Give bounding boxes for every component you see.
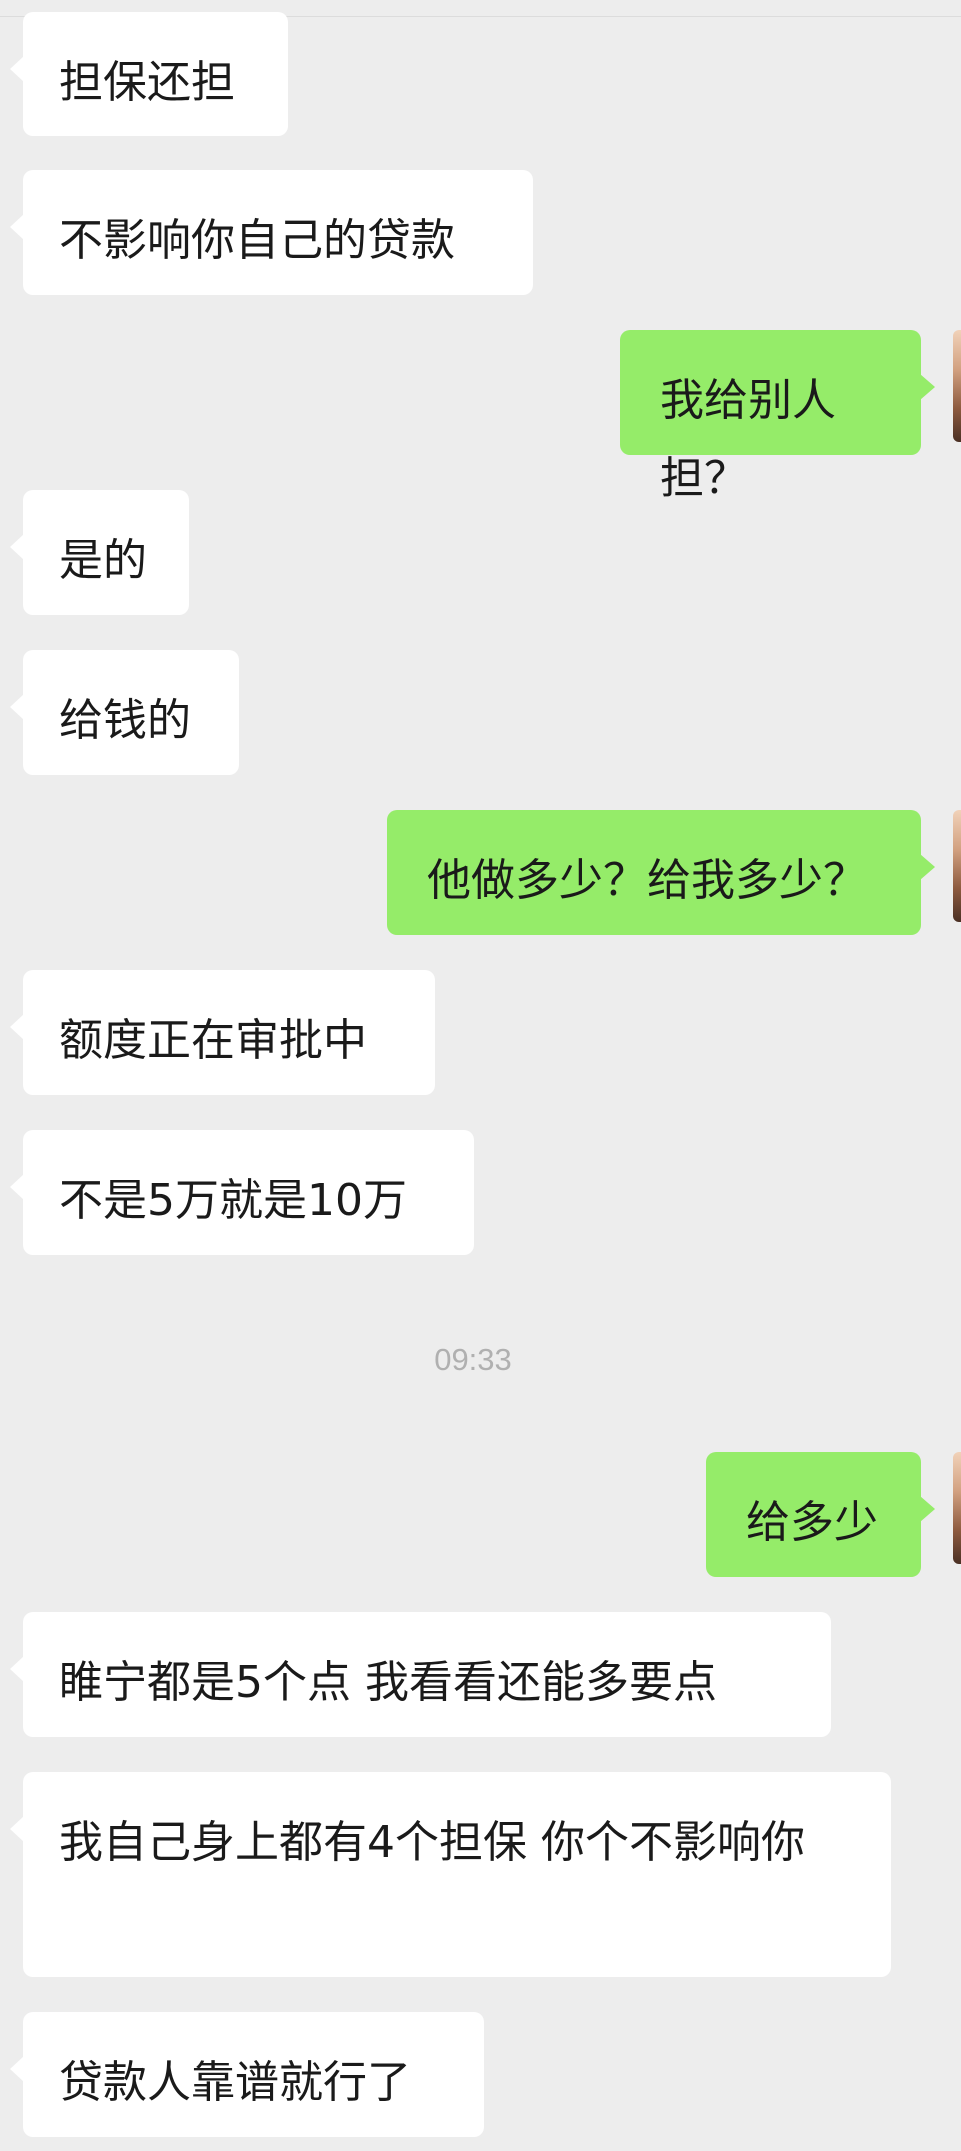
outgoing-message-bubble[interactable]: 我给别人担？ bbox=[620, 330, 935, 504]
incoming-message-bubble[interactable]: 睢宁都是5个点 我看看还能多要点 bbox=[10, 1612, 831, 1737]
my-avatar[interactable] bbox=[953, 330, 961, 442]
incoming-message-bubble[interactable]: 我自己身上都有4个担保 你个不影响你 bbox=[10, 1772, 891, 1977]
incoming-message-bubble[interactable]: 额度正在审批中 bbox=[10, 970, 435, 1095]
outgoing-message-bubble[interactable]: 他做多少？给我多少？ bbox=[387, 810, 935, 935]
incoming-message-bubble[interactable]: 是的 bbox=[10, 490, 189, 615]
my-avatar[interactable] bbox=[953, 1452, 961, 1564]
incoming-message-bubble[interactable]: 给钱的 bbox=[10, 650, 239, 775]
incoming-message-bubble[interactable]: 担保还担 bbox=[10, 12, 288, 136]
outgoing-message-bubble[interactable]: 给多少 bbox=[706, 1452, 935, 1577]
incoming-message-bubble[interactable]: 不影响你自己的贷款 bbox=[10, 170, 533, 295]
message-timestamp: 09:33 bbox=[434, 1342, 512, 1377]
my-avatar[interactable] bbox=[953, 810, 961, 922]
incoming-message-bubble[interactable]: 不是5万就是10万 bbox=[10, 1130, 474, 1255]
incoming-message-bubble[interactable]: 贷款人靠谱就行了 bbox=[10, 2012, 484, 2137]
